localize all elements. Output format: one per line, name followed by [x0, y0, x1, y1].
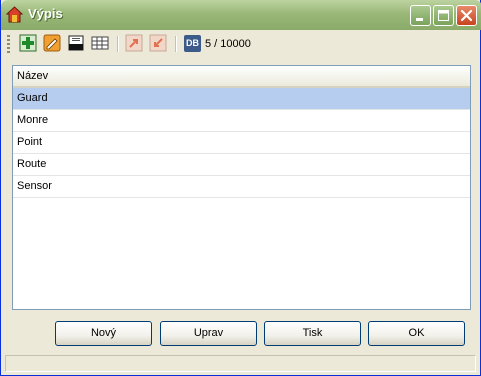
table-view-button[interactable] — [91, 34, 109, 52]
toolbar: DB 5 / 10000 — [3, 31, 479, 57]
status-bar — [5, 355, 476, 372]
window-title: Výpis — [28, 6, 63, 21]
list-item[interactable]: Sensor — [13, 176, 470, 198]
export-button[interactable] — [125, 34, 143, 52]
database-icon: DB — [184, 35, 201, 52]
add-button[interactable] — [19, 34, 37, 52]
export-icon — [125, 34, 143, 52]
list-item[interactable]: Route — [13, 154, 470, 176]
new-button[interactable]: Nový — [55, 321, 152, 346]
list-item[interactable]: Monre — [13, 110, 470, 132]
title-bar[interactable]: Výpis — [1, 0, 481, 30]
ok-button[interactable]: OK — [368, 321, 465, 346]
window: Výpis DB 5 / 10000 Název Guard Monre Poi… — [0, 0, 481, 376]
toolbar-separator — [175, 36, 177, 52]
print-button[interactable]: Tisk — [264, 321, 361, 346]
list-item[interactable]: Point — [13, 132, 470, 154]
list-item[interactable]: Guard — [13, 88, 470, 110]
app-house-icon — [5, 6, 24, 23]
list-item-label: Sensor — [17, 180, 52, 192]
list-item-label: Route — [17, 158, 47, 170]
close-button[interactable] — [456, 5, 477, 26]
print-preview-button[interactable] — [67, 34, 85, 52]
list-item-label: Guard — [17, 92, 48, 104]
import-icon — [149, 34, 167, 52]
maximize-icon — [438, 10, 449, 21]
toolbar-separator — [117, 36, 119, 52]
edit-button[interactable]: Uprav — [160, 321, 257, 346]
edit-icon — [43, 34, 61, 52]
records-list[interactable]: Název Guard Monre Point Route Sensor — [12, 65, 471, 310]
print-preview-icon — [68, 35, 84, 51]
record-count: 5 / 10000 — [205, 38, 251, 50]
maximize-button[interactable] — [433, 5, 454, 26]
minimize-button[interactable] — [410, 5, 431, 26]
minimize-icon — [416, 18, 423, 21]
edit-tool-button[interactable] — [43, 34, 61, 52]
import-button[interactable] — [149, 34, 167, 52]
close-icon — [460, 9, 473, 22]
add-icon — [19, 34, 37, 52]
column-header-name[interactable]: Název — [13, 66, 470, 88]
toolbar-grip[interactable] — [7, 35, 10, 53]
list-item-label: Point — [17, 136, 43, 148]
column-header-label: Název — [17, 70, 49, 82]
list-item-label: Monre — [17, 114, 49, 126]
table-icon — [91, 36, 109, 50]
